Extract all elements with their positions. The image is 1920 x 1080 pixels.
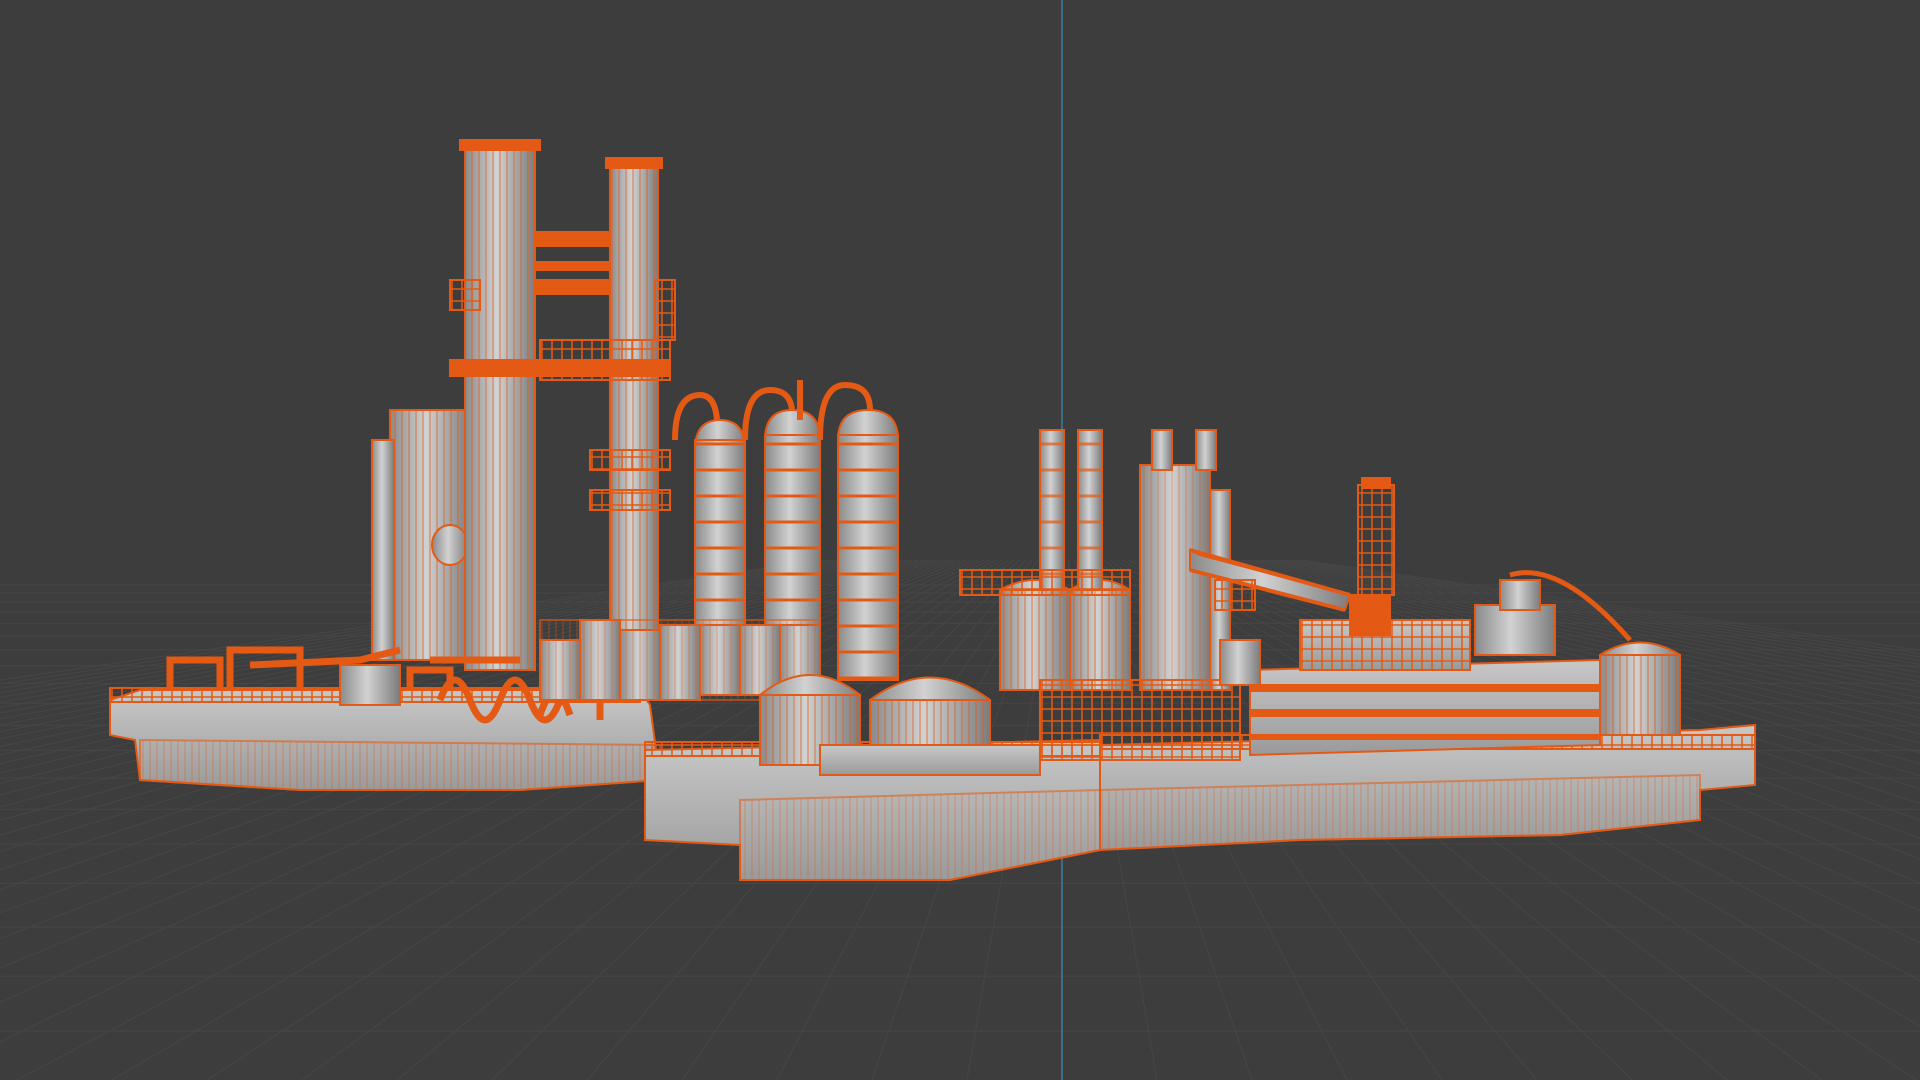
- refinery-model[interactable]: [109, 139, 1756, 881]
- viewport-canvas[interactable]: [0, 0, 1920, 1080]
- lattice-tower: [1357, 477, 1395, 596]
- 3d-viewport[interactable]: [0, 0, 1920, 1080]
- distillation-towers: [371, 139, 676, 671]
